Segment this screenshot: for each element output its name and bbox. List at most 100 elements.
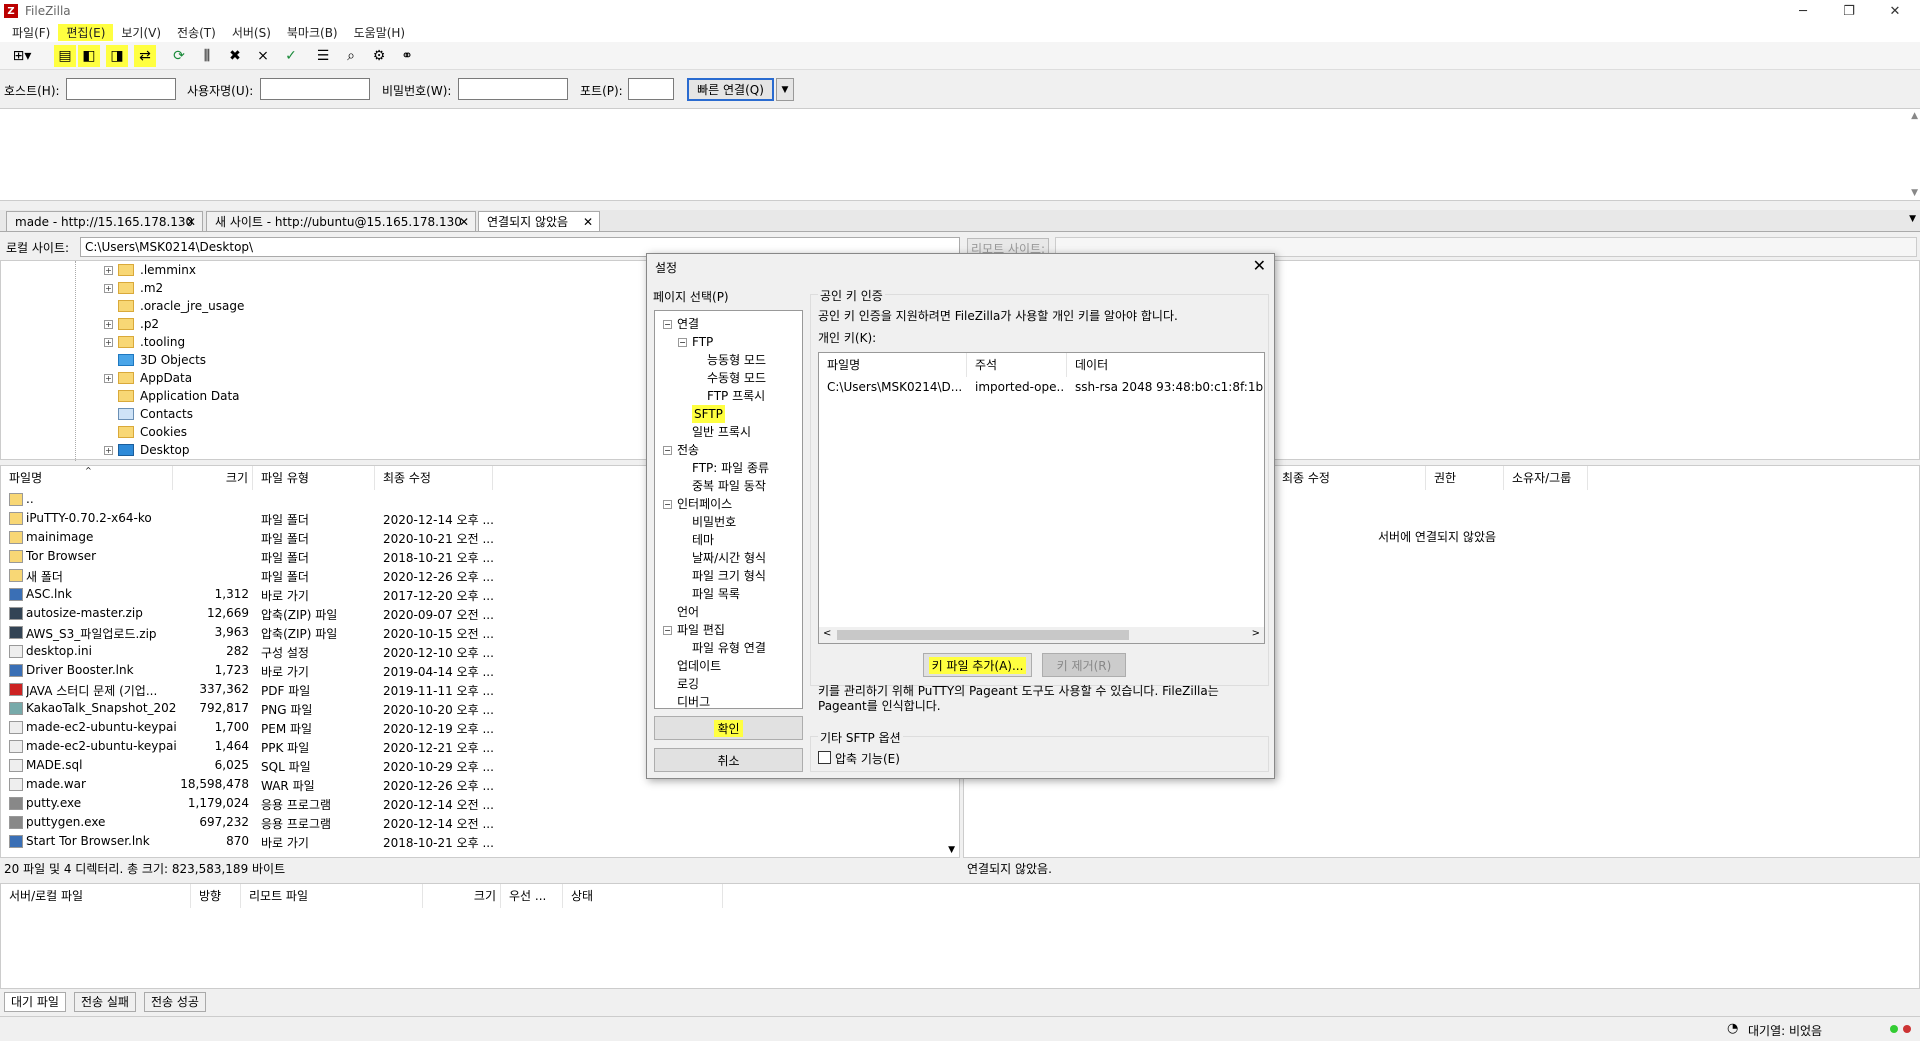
compression-checkbox[interactable] (818, 751, 831, 764)
menu-file[interactable]: 파일(F) (4, 24, 58, 41)
close-icon[interactable]: ✕ (186, 215, 196, 229)
expand-icon[interactable]: + (104, 445, 113, 455)
horizontal-scrollbar[interactable]: < > (819, 627, 1264, 643)
scroll-thumb[interactable] (837, 630, 1129, 640)
column-header-modified[interactable]: 최종 수정 (375, 466, 493, 490)
menu-edit[interactable]: 편집(E) (58, 23, 114, 41)
process-queue-icon[interactable]: ⫼ (196, 45, 218, 67)
column-header-type[interactable]: 파일 유형 (253, 466, 375, 490)
tab-failed-transfers[interactable]: 전송 실패 (74, 992, 136, 1012)
scroll-up-icon[interactable]: ▲ (1911, 111, 1918, 121)
ok-button[interactable]: 확인 (654, 716, 803, 740)
menu-transfer[interactable]: 전송(T) (169, 24, 224, 41)
reconnect-icon[interactable]: ✓ (280, 45, 302, 67)
settings-page-item[interactable]: 비밀번호 (692, 513, 736, 531)
expand-icon[interactable]: + (104, 373, 113, 383)
settings-page-item[interactable]: FTP: 파일 종류 (692, 459, 769, 477)
toggle-queue-icon[interactable]: ⇄ (134, 45, 156, 67)
tab-new-site[interactable]: 새 사이트 - http://ubuntu@15.165.178.130 ✕ (206, 211, 476, 232)
settings-page-item[interactable]: 연결 (677, 315, 699, 333)
tab-successful-transfers[interactable]: 전송 성공 (144, 992, 206, 1012)
sync-browse-icon[interactable]: ⚙ (368, 45, 390, 67)
toggle-log-icon[interactable]: ▤ (54, 45, 76, 67)
scroll-right-icon[interactable]: > (1252, 628, 1260, 639)
add-key-file-button[interactable]: 키 파일 추가(A)... (923, 653, 1032, 677)
tab-queued-files[interactable]: 대기 파일 (4, 992, 66, 1012)
search-icon[interactable]: ⌕ (340, 45, 362, 67)
expand-icon[interactable]: + (104, 337, 113, 347)
collapse-icon[interactable]: − (678, 338, 687, 347)
menu-help[interactable]: 도움말(H) (346, 24, 414, 41)
filter-icon[interactable]: ☰ (312, 45, 334, 67)
collapse-icon[interactable]: − (663, 320, 672, 329)
tree-node[interactable]: + .tooling (104, 333, 185, 351)
expand-icon[interactable]: + (104, 283, 113, 293)
queue-col-size[interactable]: 크기 (423, 884, 501, 908)
queue-col-remote-file[interactable]: 리모트 파일 (241, 884, 423, 908)
settings-page-item[interactable]: FTP 프록시 (707, 387, 765, 405)
remove-key-button[interactable]: 키 제거(R) (1042, 653, 1126, 677)
menu-server[interactable]: 서버(S) (224, 24, 279, 41)
queue-col-status[interactable]: 상태 (563, 884, 723, 908)
tree-node[interactable]: + AppData (104, 369, 192, 387)
column-header-modified[interactable]: 최종 수정 (1274, 466, 1426, 490)
settings-page-item[interactable]: 중복 파일 동작 (692, 477, 766, 495)
key-col-data[interactable]: 데이터 (1067, 353, 1264, 377)
tree-node[interactable]: 3D Objects (104, 351, 206, 369)
scroll-left-icon[interactable]: < (823, 628, 831, 639)
collapse-icon[interactable]: − (663, 446, 672, 455)
tab-not-connected[interactable]: 연결되지 않았음 ✕ (478, 211, 600, 232)
queue-col-local-file[interactable]: 서버/로컬 파일 (1, 884, 191, 908)
expand-icon[interactable]: + (104, 265, 113, 275)
column-header-permissions[interactable]: 권한 (1426, 466, 1504, 490)
tab-dropdown-icon[interactable]: ▼ (1909, 214, 1916, 224)
disconnect-icon[interactable]: ⨯ (252, 45, 274, 67)
refresh-icon[interactable]: ⟳ (168, 45, 190, 67)
cancel-button[interactable]: 취소 (654, 748, 803, 772)
tree-node[interactable]: .oracle_jre_usage (104, 297, 244, 315)
settings-page-item[interactable]: 로깅 (677, 675, 699, 693)
close-icon[interactable]: ✕ (1872, 0, 1918, 22)
close-icon[interactable]: ✕ (1253, 256, 1266, 275)
queue-col-direction[interactable]: 방향 (191, 884, 241, 908)
site-manager-icon[interactable]: ⊞▾ (4, 45, 40, 67)
expand-icon[interactable]: + (104, 319, 113, 329)
file-row[interactable]: putty.exe 1,179,024 응용 프로그램 2020-12-14 오전 .… (1, 794, 961, 813)
settings-page-item[interactable]: 업데이트 (677, 657, 721, 675)
key-col-filename[interactable]: 파일명 (819, 353, 967, 377)
scroll-down-icon[interactable]: ▼ (948, 845, 955, 855)
settings-page-item[interactable]: 언어 (677, 603, 699, 621)
tree-node[interactable]: + .p2 (104, 315, 159, 333)
toggle-local-tree-icon[interactable]: ◧ (78, 45, 100, 67)
close-icon[interactable]: ✕ (583, 215, 593, 229)
settings-page-item[interactable]: 일반 프록시 (692, 423, 751, 441)
key-col-comment[interactable]: 주석 (967, 353, 1067, 377)
close-icon[interactable]: ✕ (459, 215, 469, 229)
settings-page-item[interactable]: 전송 (677, 441, 699, 459)
host-input[interactable] (66, 78, 176, 100)
settings-page-item[interactable]: 테마 (692, 531, 714, 549)
toggle-remote-tree-icon[interactable]: ◨ (106, 45, 128, 67)
tree-node[interactable]: + .lemminx (104, 261, 196, 279)
tab-made[interactable]: made - http://15.165.178.130 ✕ (6, 211, 203, 232)
settings-page-item[interactable]: 파일 목록 (692, 585, 740, 603)
scroll-down-icon[interactable]: ▼ (1911, 188, 1918, 198)
settings-page-item[interactable]: 인터페이스 (677, 495, 732, 513)
restore-icon[interactable]: ❐ (1826, 0, 1872, 22)
queue-col-priority[interactable]: 우선 ... (501, 884, 563, 908)
settings-page-item[interactable]: 파일 크기 형식 (692, 567, 766, 585)
file-row[interactable]: puttygen.exe 697,232 응용 프로그램 2020-12-14 오전 … (1, 813, 961, 832)
settings-page-item[interactable]: 파일 유형 연결 (692, 639, 766, 657)
password-input[interactable] (458, 78, 568, 100)
collapse-icon[interactable]: − (663, 626, 672, 635)
tree-node[interactable]: Cookies (104, 423, 187, 441)
menu-view[interactable]: 보기(V) (113, 24, 169, 41)
tree-node[interactable]: Application Data (104, 387, 240, 405)
quickconnect-button[interactable]: 빠른 연결(Q) (687, 78, 774, 101)
column-header-size[interactable]: 크기 (173, 466, 253, 490)
minimize-icon[interactable]: ─ (1780, 0, 1826, 22)
tree-node[interactable]: Contacts (104, 405, 193, 423)
tree-node[interactable]: + .m2 (104, 279, 163, 297)
settings-page-item[interactable]: 능동형 모드 (707, 351, 766, 369)
settings-page-item[interactable]: 파일 편집 (677, 621, 725, 639)
